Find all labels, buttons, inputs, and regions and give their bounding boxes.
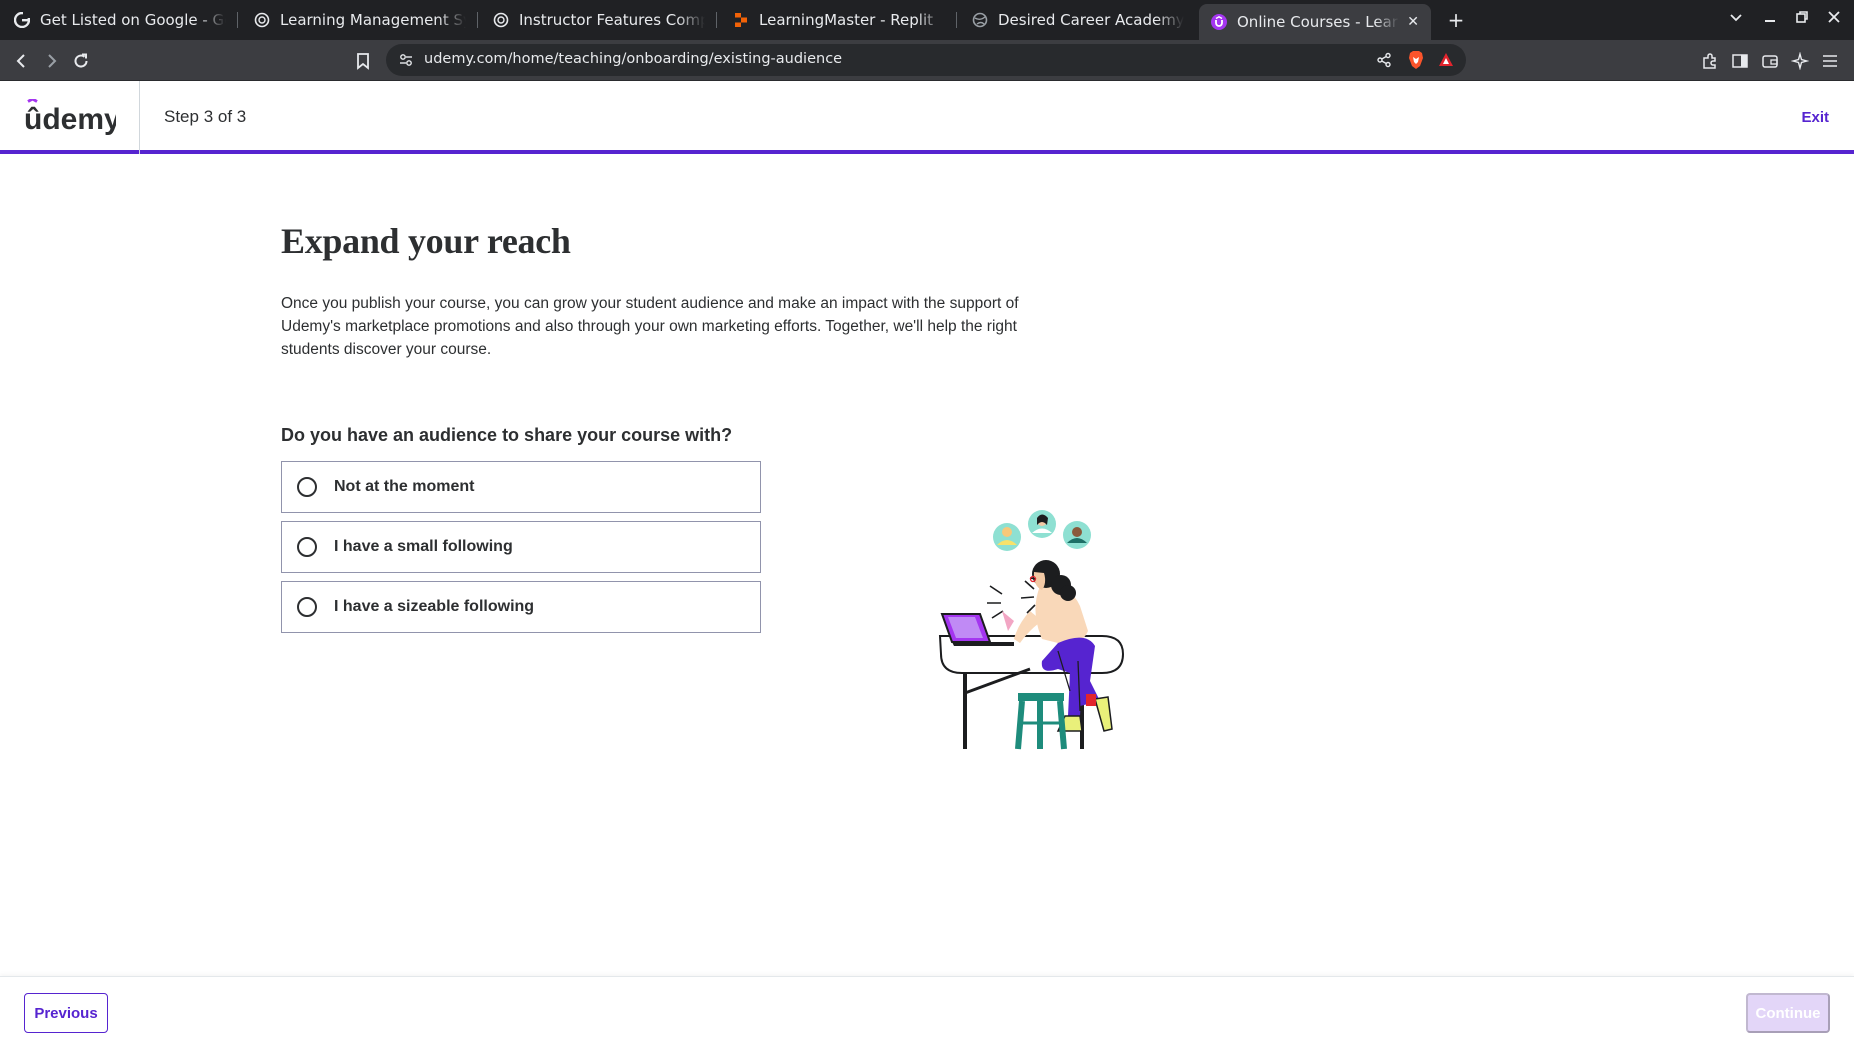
browser-tab[interactable]: Desired Career Academy | Er xyxy=(960,4,1196,36)
option-label: I have a sizeable following xyxy=(334,598,535,615)
close-tab-icon[interactable]: ✕ xyxy=(1407,14,1419,30)
audience-question: Do you have an audience to share your co… xyxy=(281,425,733,445)
sidebar-icon[interactable] xyxy=(1730,51,1750,71)
logo-text: ûdemy xyxy=(24,103,116,136)
browser-tab[interactable]: Instructor Features Compari xyxy=(481,4,717,36)
radio-button[interactable] xyxy=(297,597,317,617)
page-title: Expand your reach xyxy=(281,221,571,261)
brave-shield-icon[interactable] xyxy=(1406,50,1426,70)
option-small-following[interactable]: I have a small following xyxy=(281,521,761,573)
tab-title: LearningMaster - Replit xyxy=(759,11,934,29)
previous-button[interactable]: Previous xyxy=(24,993,108,1033)
back-icon[interactable] xyxy=(9,48,35,74)
browser-tab[interactable]: Learning Management Syste xyxy=(242,4,478,36)
woman-at-laptop-illustration xyxy=(930,461,1150,761)
forward-icon[interactable] xyxy=(38,48,64,74)
globe-icon xyxy=(972,12,988,28)
chatgpt-icon xyxy=(493,12,509,28)
udemy-icon xyxy=(1211,14,1227,30)
header-divider xyxy=(139,81,140,154)
radio-button[interactable] xyxy=(297,477,317,497)
browser-tab-active[interactable]: Online Courses - Learn A ✕ xyxy=(1199,4,1431,40)
page: ûdemy Step 3 of 3 Exit Expand your reach… xyxy=(0,81,1854,1048)
tab-title: Instructor Features Compari xyxy=(519,11,705,29)
browser-tab[interactable]: Get Listed on Google - Goog xyxy=(2,4,238,36)
reload-icon[interactable] xyxy=(68,48,94,74)
browser-toolbar: udemy.com/home/teaching/onboarding/exist… xyxy=(0,40,1854,81)
option-not-at-the-moment[interactable]: Not at the moment xyxy=(281,461,761,513)
option-label: Not at the moment xyxy=(334,478,475,495)
option-label: I have a small following xyxy=(334,538,513,555)
onboarding-footer: Previous Continue xyxy=(0,976,1854,1048)
leo-ai-icon[interactable] xyxy=(1790,51,1810,71)
tab-title: Get Listed on Google - Goog xyxy=(40,11,226,29)
exit-link[interactable]: Exit xyxy=(1801,109,1829,126)
site-settings-icon[interactable] xyxy=(398,52,414,68)
share-icon[interactable] xyxy=(1374,50,1394,70)
tab-title: Online Courses - Learn A xyxy=(1237,13,1399,31)
tab-list-chevron-icon[interactable] xyxy=(1724,8,1748,32)
onboarding-header: ûdemy Step 3 of 3 Exit xyxy=(0,81,1854,154)
option-sizeable-following[interactable]: I have a sizeable following xyxy=(281,581,761,633)
url-text: udemy.com/home/teaching/onboarding/exist… xyxy=(424,51,843,67)
radio-button[interactable] xyxy=(297,537,317,557)
chatgpt-icon xyxy=(254,12,270,28)
restore-icon[interactable] xyxy=(1790,8,1814,32)
browser-tab-bar: Get Listed on Google - Goog Learning Man… xyxy=(0,0,1854,40)
new-tab-icon[interactable]: + xyxy=(1442,6,1470,34)
address-bar[interactable]: udemy.com/home/teaching/onboarding/exist… xyxy=(386,44,1466,76)
continue-button[interactable]: Continue xyxy=(1746,993,1830,1033)
page-description: Once you publish your course, you can gr… xyxy=(281,295,1019,358)
menu-icon[interactable] xyxy=(1820,51,1840,71)
wallet-icon[interactable] xyxy=(1760,51,1780,71)
udemy-logo[interactable]: ûdemy xyxy=(24,97,121,139)
brave-rewards-icon[interactable] xyxy=(1436,50,1456,70)
minimize-icon[interactable] xyxy=(1758,8,1782,32)
close-window-icon[interactable] xyxy=(1822,8,1846,32)
tab-title: Learning Management Syste xyxy=(280,11,466,29)
bookmark-icon[interactable] xyxy=(350,48,376,74)
browser-tab[interactable]: LearningMaster - Replit xyxy=(721,4,957,36)
replit-icon xyxy=(733,12,749,28)
tab-title: Desired Career Academy | Er xyxy=(998,11,1184,29)
step-indicator: Step 3 of 3 xyxy=(164,107,247,126)
extensions-icon[interactable] xyxy=(1700,51,1720,71)
google-icon xyxy=(14,12,30,28)
